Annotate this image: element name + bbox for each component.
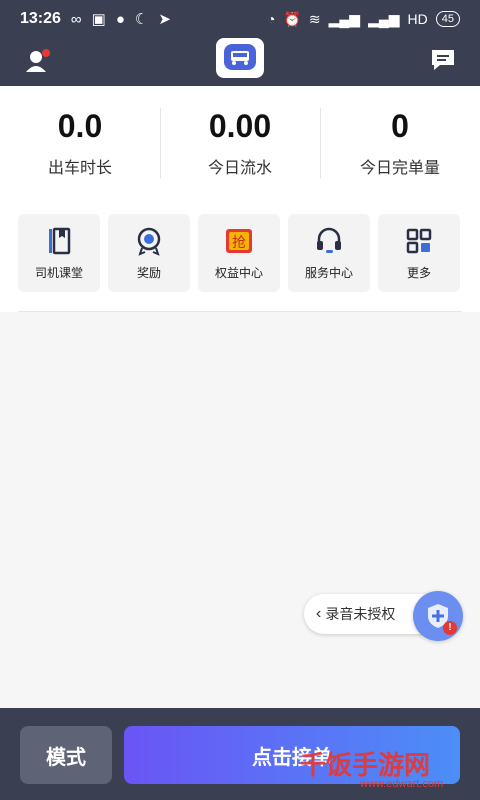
app-logo [216, 38, 264, 78]
menu-label: 更多 [406, 265, 431, 280]
divider [18, 311, 462, 312]
signal-icon: ▂▄▆ [328, 10, 361, 27]
loop-icon: ∞ [70, 10, 82, 28]
battery-indicator: 45 [435, 11, 460, 27]
navigation-icon: ➤ [158, 11, 171, 28]
stat-value: 0 [391, 108, 409, 144]
menu-benefits-center[interactable]: 抢 权益中心 [198, 214, 280, 292]
stat-label: 出车时长 [47, 160, 112, 177]
app-header [0, 38, 480, 86]
car-logo-icon [224, 44, 256, 70]
menu-label: 奖励 [136, 265, 161, 280]
menu-more[interactable]: 更多 [378, 214, 460, 292]
stat-value: 0.00 [208, 108, 272, 144]
svg-text:抢: 抢 [232, 234, 246, 251]
dnd-icon: ◔ [266, 11, 276, 27]
stat-value: 0.0 [57, 108, 103, 144]
headset-icon [317, 227, 341, 253]
menu-label: 权益中心 [214, 265, 263, 280]
grid-icon [406, 228, 432, 253]
app-notification-icon: ▣ [91, 11, 106, 28]
status-time: 13:26 [20, 10, 61, 27]
watermark-url: www.edwart.com [360, 778, 444, 790]
reward-icon [137, 227, 161, 256]
menu-service-center[interactable]: 服务中心 [288, 214, 370, 292]
stat-today-revenue: 0.00 今日流水 [160, 86, 320, 198]
moon-icon: ☾ [134, 11, 149, 28]
alert-badge: ! [443, 621, 457, 635]
watermark-text: 千饭手游网 [300, 750, 431, 780]
menu-reward[interactable]: 奖励 [108, 214, 190, 292]
user-profile-icon[interactable] [24, 46, 54, 76]
message-icon[interactable] [430, 48, 456, 72]
shortcut-menu: 司机课堂 奖励 抢 权益中心 服务中心 更多 [0, 198, 480, 312]
chat-notification-icon: ● [115, 10, 125, 28]
chevron-left-icon: ‹ [316, 605, 322, 622]
recording-permission-text: 录音未授权 [325, 606, 396, 622]
alarm-icon: ⏰ [283, 10, 301, 27]
menu-driver-class[interactable]: 司机课堂 [18, 214, 100, 292]
hd-icon: HD [407, 11, 428, 27]
menu-label: 服务中心 [304, 265, 353, 280]
stat-label: 今日流水 [207, 160, 272, 177]
daily-stats: 0.0 出车时长 0.00 今日流水 0 今日完单量 [0, 86, 480, 198]
book-icon [49, 227, 71, 254]
grab-icon: 抢 [226, 228, 252, 253]
safety-shield-button[interactable]: ! [413, 591, 463, 641]
stat-drive-duration: 0.0 出车时长 [0, 86, 160, 198]
stat-completed-orders: 0 今日完单量 [320, 86, 480, 198]
signal2-icon: ▂▄▆ [368, 10, 400, 27]
wifi-icon: ≋ [308, 10, 321, 27]
menu-label: 司机课堂 [34, 265, 83, 280]
stat-label: 今日完单量 [359, 160, 440, 177]
status-bar: 13:26 ∞ ▣ ● ☾ ➤ ◔ ⏰ ≋ ▂▄▆ ▂▄▆ HD 45 [0, 0, 480, 38]
mode-button[interactable]: 模式 [20, 726, 112, 784]
